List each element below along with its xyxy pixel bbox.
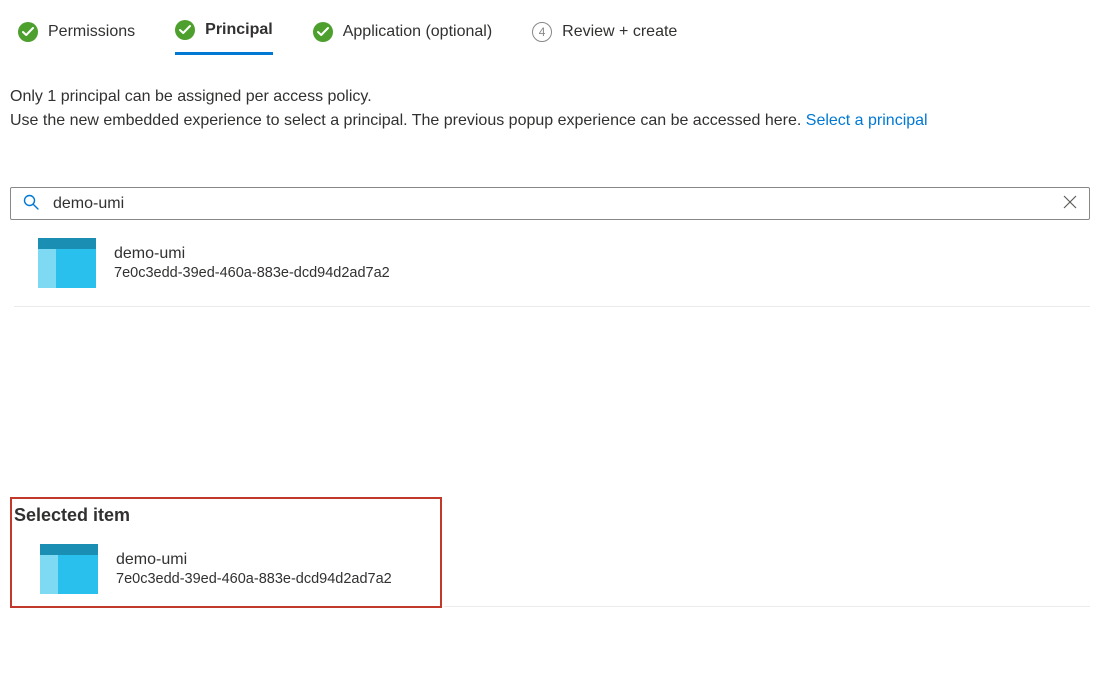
result-id: 7e0c3edd-39ed-460a-883e-dcd94d2ad7a2 [114,265,390,281]
clear-icon[interactable] [1063,195,1077,212]
selected-text: demo-umi 7e0c3edd-39ed-460a-883e-dcd94d2… [116,551,392,587]
result-text: demo-umi 7e0c3edd-39ed-460a-883e-dcd94d2… [114,245,390,281]
step-number-icon: 4 [532,22,552,42]
selected-name: demo-umi [116,551,392,569]
selected-id: 7e0c3edd-39ed-460a-883e-dcd94d2ad7a2 [116,571,392,587]
tab-review-create[interactable]: 4 Review + create [532,20,677,55]
divider [444,606,1090,607]
description-line1: Only 1 principal can be assigned per acc… [10,85,1090,109]
selected-heading: Selected item [14,505,438,526]
check-icon [18,22,38,42]
description-text: Only 1 principal can be assigned per acc… [10,55,1090,137]
selected-item-panel: Selected item demo-umi 7e0c3edd-39ed-460… [10,497,442,608]
search-box[interactable] [10,187,1090,220]
tab-application[interactable]: Application (optional) [313,20,492,55]
check-icon [175,20,195,40]
selected-item[interactable]: demo-umi 7e0c3edd-39ed-460a-883e-dcd94d2… [14,544,438,594]
tab-permissions[interactable]: Permissions [18,20,135,55]
tab-label: Permissions [48,23,135,41]
search-input[interactable] [53,195,1049,213]
tab-label: Principal [205,21,273,39]
result-name: demo-umi [114,245,390,263]
search-icon [23,194,39,213]
wizard-tabs: Permissions Principal Application (optio… [10,10,1090,55]
search-result-item[interactable]: demo-umi 7e0c3edd-39ed-460a-883e-dcd94d2… [14,220,1090,307]
tab-label: Review + create [562,23,677,41]
identity-icon [38,238,96,288]
tab-label: Application (optional) [343,23,492,41]
description-line2: Use the new embedded experience to selec… [10,109,1090,133]
select-principal-link[interactable]: Select a principal [806,112,928,129]
identity-icon [40,544,98,594]
tab-principal[interactable]: Principal [175,20,273,55]
check-icon [313,22,333,42]
